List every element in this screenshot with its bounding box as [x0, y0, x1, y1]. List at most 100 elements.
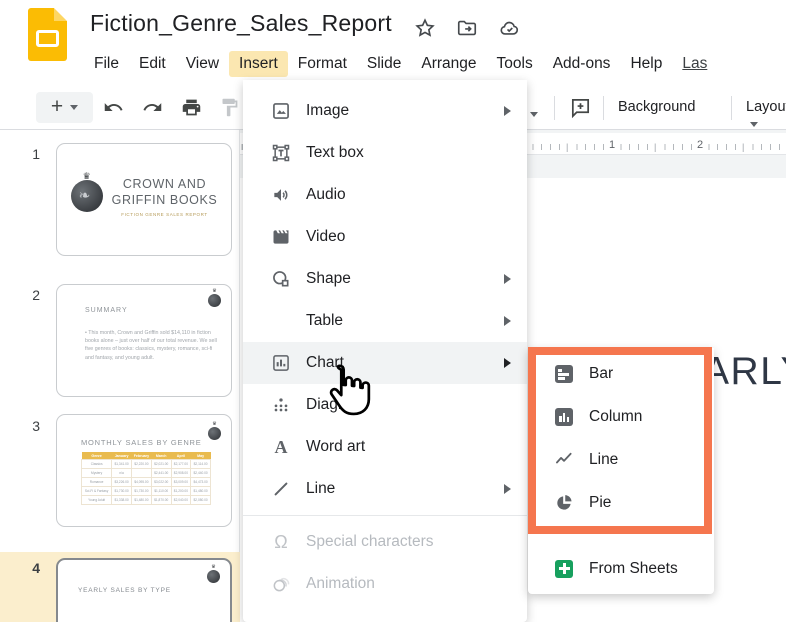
- submenu-arrow-icon: [504, 358, 511, 368]
- line-icon: [269, 479, 293, 499]
- video-icon: [269, 227, 293, 247]
- crown-griffin-logo: [70, 180, 103, 213]
- menu-edit[interactable]: Edit: [129, 51, 176, 77]
- bar-chart-icon: [554, 364, 574, 383]
- menu-file[interactable]: File: [84, 51, 129, 77]
- chart-icon: [269, 353, 293, 373]
- slides-logo-icon[interactable]: [28, 8, 67, 61]
- add-comment-icon[interactable]: [569, 96, 592, 119]
- cloud-saved-icon[interactable]: [498, 17, 522, 39]
- print-icon[interactable]: [181, 97, 202, 118]
- submenu-item-line[interactable]: Line: [528, 438, 714, 481]
- logo-pane: [36, 30, 59, 47]
- submenu-arrow-icon: [504, 316, 511, 326]
- slide-number: 1: [32, 146, 40, 162]
- slide-number: 2: [32, 287, 40, 303]
- submenu-arrow-icon: [504, 274, 511, 284]
- menu-divider: [243, 515, 527, 516]
- submenu-item-from-sheets[interactable]: From Sheets: [528, 547, 714, 590]
- star-icon[interactable]: [414, 17, 436, 39]
- menu-format[interactable]: Format: [288, 51, 357, 77]
- omega-icon: Ω: [274, 531, 288, 552]
- slide2-heading: SUMMARY: [85, 307, 128, 314]
- slide-number: 3: [32, 418, 40, 434]
- menu-item-line[interactable]: Line: [243, 468, 527, 510]
- ruler-halfmark: |: [564, 142, 571, 152]
- diagram-icon: [269, 395, 293, 415]
- image-icon: [269, 101, 293, 121]
- slide-thumbnail-1[interactable]: CROWN AND GRIFFIN BOOKS FICTION GENRE SA…: [56, 143, 232, 256]
- submenu-item-pie[interactable]: Pie: [528, 481, 714, 524]
- ruler-halfmark: |: [740, 142, 747, 152]
- slide2-body: • This month, Crown and Griffin sold $14…: [85, 330, 217, 361]
- move-folder-icon[interactable]: [456, 17, 478, 39]
- menu-item-table[interactable]: Table: [243, 300, 527, 342]
- slide-thumbnail-3[interactable]: MONTHLY SALES BY GENRE GenreJanuaryFebru…: [56, 414, 232, 527]
- google-sheets-icon: [554, 559, 574, 578]
- chevron-down-icon: [70, 105, 79, 110]
- menu-addons[interactable]: Add-ons: [543, 51, 621, 77]
- menu-item-animation: Animation: [243, 563, 527, 605]
- column-chart-icon: [554, 407, 574, 426]
- ruler-number-2: 2: [694, 139, 707, 151]
- menu-item-chart[interactable]: Chart: [243, 342, 527, 384]
- chart-submenu: Bar Column Line Pie From Sheets: [528, 348, 714, 594]
- submenu-item-bar[interactable]: Bar: [528, 352, 714, 395]
- menu-item-shape[interactable]: Shape: [243, 258, 527, 300]
- slide4-heading: YEARLY SALES BY TYPE: [78, 587, 171, 594]
- submenu-arrow-icon: [504, 106, 511, 116]
- menu-help[interactable]: Help: [620, 51, 672, 77]
- pie-chart-icon: [554, 493, 574, 513]
- google-slides-window: Fiction_Genre_Sales_Report File Edit Vie…: [0, 0, 786, 622]
- slide3-heading: MONTHLY SALES BY GENRE: [81, 438, 202, 447]
- menu-item-audio[interactable]: Audio: [243, 174, 527, 216]
- crown-griffin-logo-small: [207, 570, 220, 583]
- menu-bar: File Edit View Insert Format Slide Arran…: [84, 49, 707, 79]
- last-edit-link[interactable]: Las: [682, 55, 707, 73]
- background-button[interactable]: Background: [618, 99, 695, 115]
- submenu-item-column[interactable]: Column: [528, 395, 714, 438]
- plus-icon: +: [50, 95, 64, 118]
- menu-view[interactable]: View: [176, 51, 229, 77]
- slide-thumbnail-2[interactable]: SUMMARY • This month, Crown and Griffin …: [56, 284, 232, 397]
- toolbar-separator: [554, 96, 555, 120]
- ruler-halfmark: |: [652, 142, 659, 152]
- menu-item-special-characters: Ω Special characters: [243, 521, 527, 563]
- menu-item-video[interactable]: Video: [243, 216, 527, 258]
- crown-griffin-logo-small: [208, 294, 221, 307]
- slide1-title: CROWN AND GRIFFIN BOOKS: [111, 177, 218, 208]
- slide1-subtitle: FICTION GENRE SALES REPORT: [121, 211, 208, 217]
- undo-icon[interactable]: [103, 97, 124, 118]
- audio-icon: [269, 185, 293, 205]
- slide3-sales-table: Genre January February March April May Classic…: [80, 452, 211, 505]
- toolbar-separator: [731, 96, 732, 120]
- word-art-icon: A: [274, 436, 288, 457]
- layout-button[interactable]: Layout: [746, 99, 786, 131]
- animation-icon: [269, 574, 293, 594]
- menu-item-diagram[interactable]: Diagram: [243, 384, 527, 426]
- new-slide-button[interactable]: +: [36, 92, 93, 123]
- insert-menu: Image Text box Audio Video Shape Table C…: [243, 80, 527, 622]
- zoom-caret-icon[interactable]: [530, 104, 538, 122]
- ruler-number-1: 1: [606, 139, 619, 151]
- line-chart-icon: [554, 450, 574, 470]
- shape-icon: [269, 269, 293, 289]
- menu-item-image[interactable]: Image: [243, 90, 527, 132]
- crown-griffin-logo-small: [208, 427, 221, 440]
- submenu-arrow-icon: [504, 484, 511, 494]
- slide-number: 4: [32, 560, 40, 576]
- menu-insert[interactable]: Insert: [229, 51, 288, 77]
- menu-slide[interactable]: Slide: [357, 51, 411, 77]
- slide-filmstrip: 1 CROWN AND GRIFFIN BOOKS FICTION GENRE …: [0, 130, 240, 622]
- paint-format-icon[interactable]: [219, 97, 240, 118]
- slide-thumbnail-4-selected[interactable]: YEARLY SALES BY TYPE: [56, 558, 232, 622]
- menu-tools[interactable]: Tools: [487, 51, 543, 77]
- menu-item-word-art[interactable]: A Word art: [243, 426, 527, 468]
- toolbar-separator: [603, 96, 604, 120]
- text-box-icon: [269, 143, 293, 163]
- redo-icon[interactable]: [142, 97, 163, 118]
- document-title[interactable]: Fiction_Genre_Sales_Report: [90, 10, 392, 37]
- menu-item-text-box[interactable]: Text box: [243, 132, 527, 174]
- menu-arrange[interactable]: Arrange: [411, 51, 486, 77]
- logo-fold: [54, 8, 67, 21]
